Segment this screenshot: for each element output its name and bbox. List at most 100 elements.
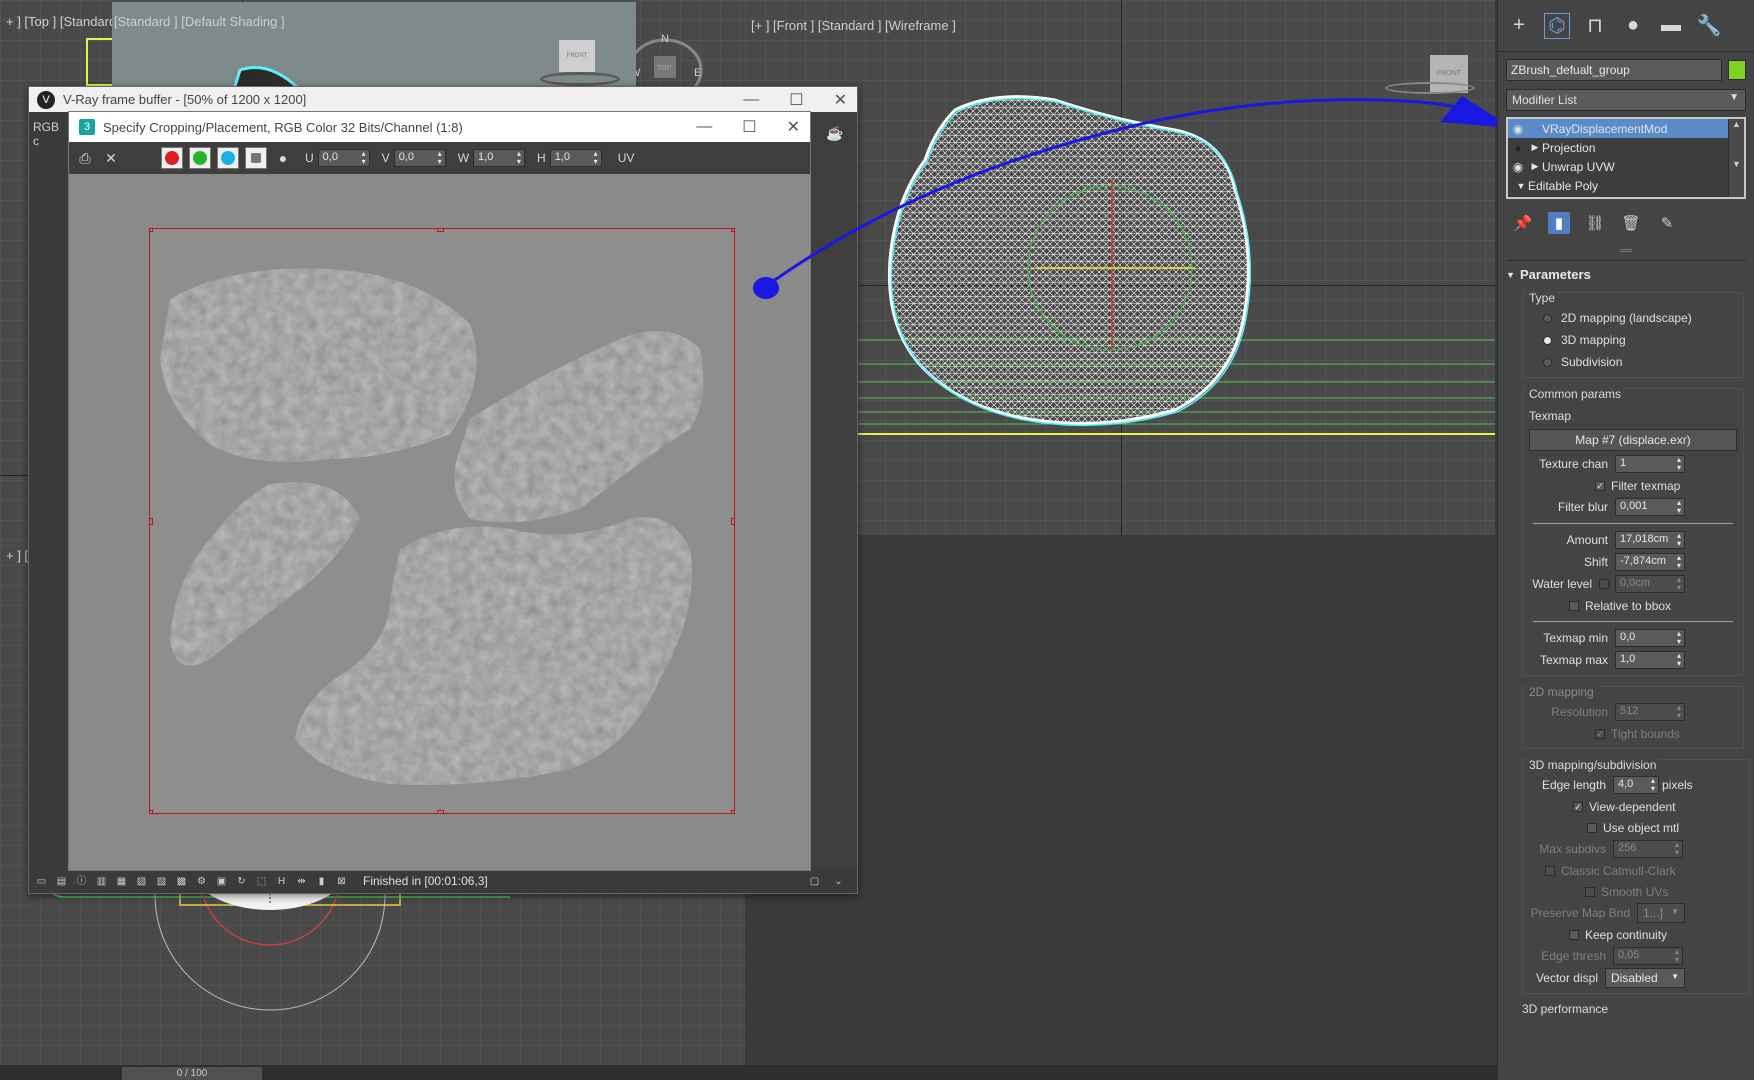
radio-subdivision[interactable]: Subdivision xyxy=(1529,351,1737,373)
alpha-channel-button[interactable] xyxy=(245,147,267,169)
edge-length-input[interactable]: 4,0 ▴ ▾ xyxy=(1613,776,1659,794)
keep-continuity-checkbox[interactable]: Keep continuity xyxy=(1529,924,1743,945)
w-field[interactable]: W 1,0 ▴ ▾ xyxy=(458,149,526,167)
uv-toggle[interactable]: UV xyxy=(618,151,635,165)
relative-bbox-checkbox[interactable]: Relative to bbox xyxy=(1529,595,1737,616)
smooth-uvs-checkbox[interactable]: Smooth UVs xyxy=(1529,881,1743,902)
modify-tab-icon[interactable]: ⌬ xyxy=(1544,12,1570,39)
classic-cc-checkbox[interactable]: Classic Catmull-Clark xyxy=(1529,860,1743,881)
vector-displ-dropdown[interactable]: Disabled ▼ xyxy=(1605,968,1685,988)
make-unique-icon[interactable]: ⛓ xyxy=(1584,212,1606,234)
color-correct-icon[interactable]: ▥ xyxy=(95,875,108,888)
crop-placement-window[interactable]: 3 Specify Cropping/Placement, RGB Color … xyxy=(68,111,811,871)
region-icon[interactable]: ⬚ xyxy=(255,875,268,888)
water-level-input[interactable]: 0,0cm ▴ ▾ xyxy=(1615,575,1685,593)
crop-handle-tl[interactable] xyxy=(150,229,153,232)
create-tab-icon[interactable]: + xyxy=(1506,13,1532,39)
print-icon[interactable]: ⎙ xyxy=(75,148,95,168)
texmap-max-input[interactable]: 1,0 ▴ ▾ xyxy=(1615,651,1685,669)
history-icon[interactable]: ▤ xyxy=(55,875,68,888)
remove-modifier-icon[interactable]: 🗑 xyxy=(1620,212,1642,234)
eye-icon[interactable]: ◉ xyxy=(1508,122,1528,136)
lens-fx-icon[interactable]: ▦ xyxy=(115,875,128,888)
filter-texmap-checkbox[interactable]: ✓ Filter texmap xyxy=(1529,475,1737,496)
edge-thresh-input[interactable]: 0,05 ▴ ▾ xyxy=(1613,947,1683,965)
expand-icon[interactable]: ▢ xyxy=(808,875,821,888)
persp-viewport-label[interactable]: [Standard ] [Default Shading ] xyxy=(114,14,285,29)
u-field[interactable]: U 0,0 ▴ ▾ xyxy=(305,149,370,167)
v-input[interactable]: 0,0 ▴ ▾ xyxy=(393,149,446,167)
crop-handle-bl[interactable] xyxy=(150,810,153,813)
eye-icon[interactable]: ◉ xyxy=(1508,160,1528,174)
clear-icon[interactable]: ✕ xyxy=(101,148,121,168)
crop-handle-t[interactable] xyxy=(437,229,444,232)
crop-handle-tr[interactable] xyxy=(731,229,734,232)
curve-icon[interactable]: ▨ xyxy=(155,875,168,888)
motion-tab-icon[interactable]: ● xyxy=(1620,13,1646,39)
front-viewport-label[interactable]: [+ ] [Front ] [Standard ] [Wireframe ] xyxy=(751,18,956,33)
minimize-icon[interactable]: — xyxy=(743,91,759,109)
expand-triangle-icon[interactable]: ▶ xyxy=(1528,161,1542,172)
save-icon[interactable]: ▭ xyxy=(35,875,48,888)
hierarchy-tab-icon[interactable]: ⊓ xyxy=(1582,13,1608,39)
close-icon[interactable]: ✕ xyxy=(834,90,847,110)
mono-icon[interactable]: ● xyxy=(273,148,293,168)
green-channel-button[interactable] xyxy=(189,147,211,169)
radio-3d-mapping[interactable]: 3D mapping xyxy=(1529,329,1737,351)
lock-icon[interactable]: ⊠ xyxy=(335,875,348,888)
pin-stack-icon[interactable]: 📌 xyxy=(1512,212,1534,234)
view-dependent-checkbox[interactable]: ✓ View-dependent xyxy=(1529,796,1743,817)
compare-icon[interactable]: ⇹ xyxy=(295,875,308,888)
object-color-swatch[interactable] xyxy=(1728,60,1746,80)
stack-item-vraydisplacement[interactable]: ◉ VRayDisplacementMod xyxy=(1508,119,1728,138)
crop-region[interactable] xyxy=(149,228,735,814)
shift-input[interactable]: -7,874cm ▴ ▾ xyxy=(1615,553,1685,571)
pattern-icon[interactable]: ▩ xyxy=(175,875,188,888)
persp-viewcube[interactable]: FRONT xyxy=(559,40,595,72)
resolution-input[interactable]: 512 ▴ ▾ xyxy=(1615,703,1685,721)
red-channel-button[interactable] xyxy=(161,147,183,169)
crop-minimize-icon[interactable]: — xyxy=(696,118,712,136)
preserve-map-dropdown[interactable]: 1...] ▼ xyxy=(1637,903,1685,923)
collapse-triangle-icon[interactable]: ▼ xyxy=(1514,181,1528,191)
stack-item-unwrap[interactable]: ◉ ▶ Unwrap UVW xyxy=(1508,157,1728,176)
info-icon[interactable]: ⓘ xyxy=(75,875,88,888)
w-input[interactable]: 1,0 ▴ ▾ xyxy=(473,149,526,167)
crop-handle-br[interactable] xyxy=(731,810,734,813)
crop-handle-r[interactable] xyxy=(731,518,734,525)
expand-triangle-icon[interactable]: ▶ xyxy=(1528,142,1542,153)
stack-scrollbar[interactable]: ▲ ▼ xyxy=(1728,119,1744,197)
crop-canvas[interactable] xyxy=(69,174,810,870)
configure-sets-icon[interactable]: ✎ xyxy=(1656,212,1678,234)
h-input[interactable]: 1,0 ▴ ▾ xyxy=(549,149,602,167)
gear-icon[interactable]: ⚙ xyxy=(195,875,208,888)
chevron-down-icon[interactable]: ⌄ xyxy=(832,875,845,888)
time-slider-thumb[interactable]: 0 / 100 xyxy=(122,1067,262,1080)
use-object-mtl-checkbox[interactable]: Use object mtl xyxy=(1529,817,1743,838)
show-end-result-icon[interactable]: ▮ xyxy=(1548,212,1570,234)
radio-2d-mapping[interactable]: 2D mapping (landscape) xyxy=(1529,307,1737,329)
tight-bounds-checkbox[interactable]: ✓ Tight bounds xyxy=(1529,723,1737,744)
vfb-titlebar[interactable]: V V-Ray frame buffer - [50% of 1200 x 12… xyxy=(29,87,857,112)
parameters-rollout-header[interactable]: ▼ Parameters xyxy=(1506,260,1746,282)
max-subdivs-input[interactable]: 256 ▴ ▾ xyxy=(1613,840,1683,858)
time-slider-bar[interactable]: 0 / 100 xyxy=(0,1065,1497,1080)
h-field[interactable]: H 1,0 ▴ ▾ xyxy=(537,149,602,167)
crop-close-icon[interactable]: ✕ xyxy=(787,117,800,137)
channels-icon[interactable]: ▮ xyxy=(315,875,328,888)
crop-titlebar[interactable]: 3 Specify Cropping/Placement, RGB Color … xyxy=(69,112,810,142)
crop-handle-l[interactable] xyxy=(150,518,153,525)
texmap-button[interactable]: Map #7 (displace.exr) xyxy=(1529,429,1737,451)
v-field[interactable]: V 0,0 ▴ ▾ xyxy=(382,149,446,167)
display-tab-icon[interactable]: ▬ xyxy=(1658,13,1684,39)
crop-maximize-icon[interactable]: ☐ xyxy=(742,117,756,137)
channel-selector[interactable]: RGB c xyxy=(29,112,69,156)
3d-performance-header[interactable]: 3D performance xyxy=(1522,1002,1744,1016)
stack-item-editable-poly[interactable]: ▼ Editable Poly xyxy=(1508,176,1728,195)
texmap-min-input[interactable]: 0,0 ▴ ▾ xyxy=(1615,629,1685,647)
filter-blur-input[interactable]: 0,001 ▴ ▾ xyxy=(1615,498,1685,516)
texture-chan-input[interactable]: 1 ▴ ▾ xyxy=(1615,455,1685,473)
teapot-render-icon[interactable]: ☕ xyxy=(823,125,847,145)
refresh-icon[interactable]: ↻ xyxy=(235,875,248,888)
water-level-checkbox[interactable] xyxy=(1599,574,1615,595)
